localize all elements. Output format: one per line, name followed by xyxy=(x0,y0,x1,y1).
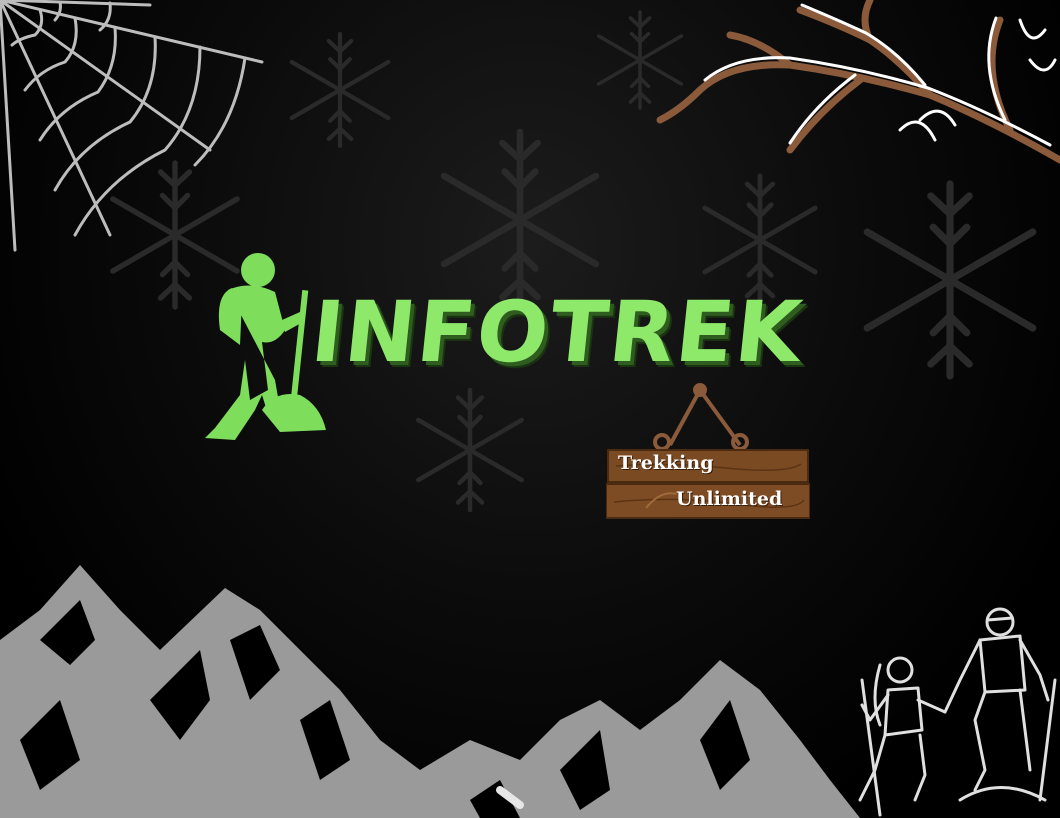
poster-canvas: INFOTREK Trekking Unlimited xyxy=(0,0,1060,818)
hiking-couple-icon xyxy=(858,607,1057,817)
